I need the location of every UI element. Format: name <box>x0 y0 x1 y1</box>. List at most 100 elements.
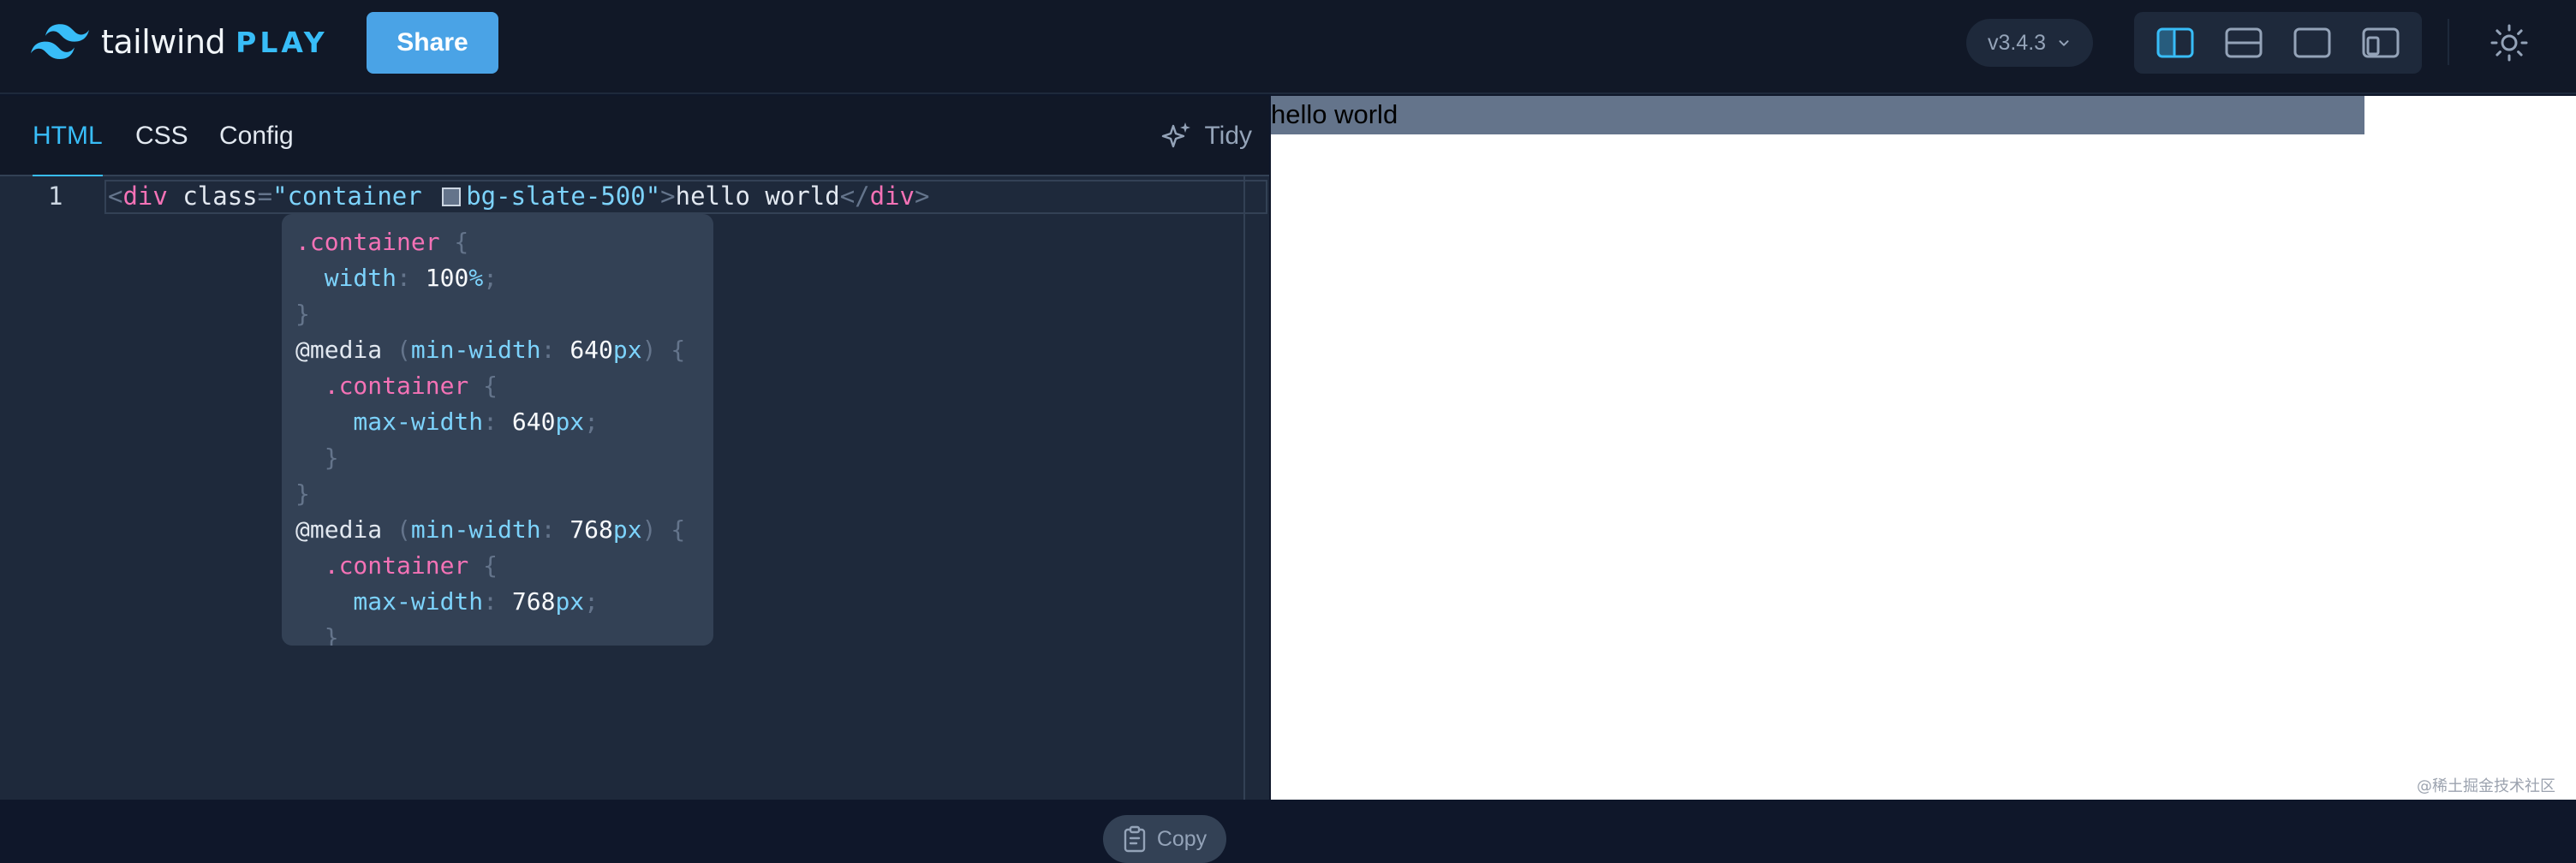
copy-button[interactable]: Copy <box>1103 815 1226 863</box>
tooltip-line: max-width: 768px; <box>295 584 713 620</box>
layout-vertical-split-icon <box>2156 27 2194 58</box>
tooltip-token: .container <box>295 228 440 256</box>
tooltip-token: min-width <box>410 515 541 544</box>
toolbar-divider <box>2448 19 2449 65</box>
code-token: div <box>122 182 168 211</box>
tooltip-token: : <box>397 264 426 292</box>
tooltip-token: .container <box>295 372 469 400</box>
version-select[interactable]: v3.4.3 <box>1966 19 2093 67</box>
tooltip-line: @media (min-width: 640px) { <box>295 332 713 368</box>
tooltip-token: } <box>295 300 310 328</box>
code-token: " <box>645 182 661 211</box>
sparkles-icon <box>1162 122 1191 148</box>
code-token: > <box>660 182 676 211</box>
tooltip-token: width <box>295 264 397 292</box>
tooltip-token: px <box>612 515 642 544</box>
tooltip-token: ( <box>397 515 411 544</box>
tooltip-token: ) { <box>641 336 686 364</box>
tooltip-token: } <box>295 479 310 508</box>
copy-label: Copy <box>1156 826 1208 851</box>
tailwind-logo-icon <box>31 24 89 60</box>
tooltip-line: .container { <box>295 548 713 584</box>
tooltip-token: min-width <box>410 336 541 364</box>
tooltip-token: : <box>540 515 570 544</box>
editor-scrollbar[interactable] <box>1243 176 1245 800</box>
share-button[interactable]: Share <box>367 12 498 74</box>
tooltip-token: ) { <box>641 515 686 544</box>
theme-toggle-button[interactable] <box>2484 17 2535 68</box>
layout-single-pane-icon <box>2293 27 2331 58</box>
tooltip-token: px <box>612 336 642 364</box>
code-token: div <box>869 182 915 211</box>
tooltip-token: ( <box>397 336 411 364</box>
tooltip-token: 640 <box>569 336 613 364</box>
tooltip-line: } <box>295 296 713 332</box>
code-line-1[interactable]: <div class="container bg-slate-500">hell… <box>108 182 929 211</box>
code-token: < <box>108 182 123 211</box>
tooltip-token: : <box>483 587 512 616</box>
tooltip-line: max-width: 640px; <box>295 404 713 440</box>
editor-tabs: HTML CSS Config Tidy <box>0 96 1269 178</box>
tooltip-line: @media (min-width: 768px) { <box>295 512 713 548</box>
code-token: = <box>257 182 273 211</box>
tooltip-token: } <box>295 443 339 472</box>
tab-config[interactable]: Config <box>219 96 294 176</box>
layout-editor-only-button[interactable] <box>2287 19 2338 67</box>
tooltip-token: % <box>468 264 484 292</box>
tooltip-token: px <box>555 587 585 616</box>
tooltip-token: { <box>439 228 469 256</box>
layout-switcher <box>2134 12 2422 74</box>
code-token: > <box>915 182 930 211</box>
tooltip-token: .container <box>295 551 469 580</box>
tooltip-line: width: 100%; <box>295 260 713 296</box>
clipboard-icon <box>1124 825 1146 853</box>
tooltip-token: px <box>555 408 585 436</box>
tooltip-token: ; <box>584 408 599 436</box>
tab-css[interactable]: CSS <box>135 96 188 176</box>
layout-vertical-split-button[interactable] <box>2150 19 2201 67</box>
color-swatch-icon <box>442 187 462 206</box>
tooltip-line: } <box>295 440 713 476</box>
tooltip-line: .container { <box>295 368 713 404</box>
tooltip-line: } <box>295 620 713 646</box>
preview-container-div <box>1271 96 2364 134</box>
tailwind-play-logo[interactable]: tailwind PLAY <box>31 22 328 62</box>
code-token: </ <box>839 182 870 211</box>
tooltip-line: .container { <box>295 224 713 260</box>
chevron-down-icon <box>2059 40 2069 46</box>
tooltip-token: ; <box>584 587 599 616</box>
logo-play-badge: PLAY <box>236 25 328 59</box>
tab-html[interactable]: HTML <box>33 96 103 178</box>
tooltip-token: : <box>540 336 570 364</box>
editor-pane: HTML CSS Config Tidy 1 <div class="conta… <box>0 96 1269 863</box>
tidy-button[interactable]: Tidy <box>1161 96 1252 176</box>
top-bar: tailwind PLAY Share v3.4.3 <box>0 0 2576 94</box>
tooltip-token: 640 <box>511 408 556 436</box>
tooltip-token: max-width <box>295 587 484 616</box>
layout-responsive-button[interactable] <box>2355 19 2406 67</box>
tooltip-token: } <box>295 623 339 646</box>
line-number: 1 <box>48 182 63 211</box>
logo-wordmark: tailwind <box>101 23 226 61</box>
class-token-bg[interactable]: bg-slate-500 <box>466 182 646 211</box>
tooltip-token: { <box>468 372 498 400</box>
tooltip-token: { <box>468 551 498 580</box>
tooltip-token: max-width <box>295 408 484 436</box>
code-token: class <box>182 182 258 211</box>
layout-horizontal-split-button[interactable] <box>2218 19 2269 67</box>
layout-responsive-icon <box>2362 27 2400 58</box>
code-token: " <box>272 182 288 211</box>
layout-horizontal-split-icon <box>2225 27 2263 58</box>
preview-text: hello world <box>1271 99 1398 129</box>
tidy-label: Tidy <box>1204 122 1252 150</box>
tooltip-token: @media <box>295 515 397 544</box>
version-label: v3.4.3 <box>1987 30 2047 55</box>
tooltip-token: : <box>483 408 512 436</box>
class-token-container[interactable]: container <box>288 182 422 211</box>
code-editor[interactable]: 1 <div class="container bg-slate-500">he… <box>0 176 1269 863</box>
tooltip-token: ; <box>483 264 498 292</box>
tooltip-token: @media <box>295 336 397 364</box>
watermark: @稀土掘金技术社区 <box>2417 777 2555 795</box>
sun-icon <box>2490 24 2528 62</box>
tooltip-token: 768 <box>569 515 613 544</box>
